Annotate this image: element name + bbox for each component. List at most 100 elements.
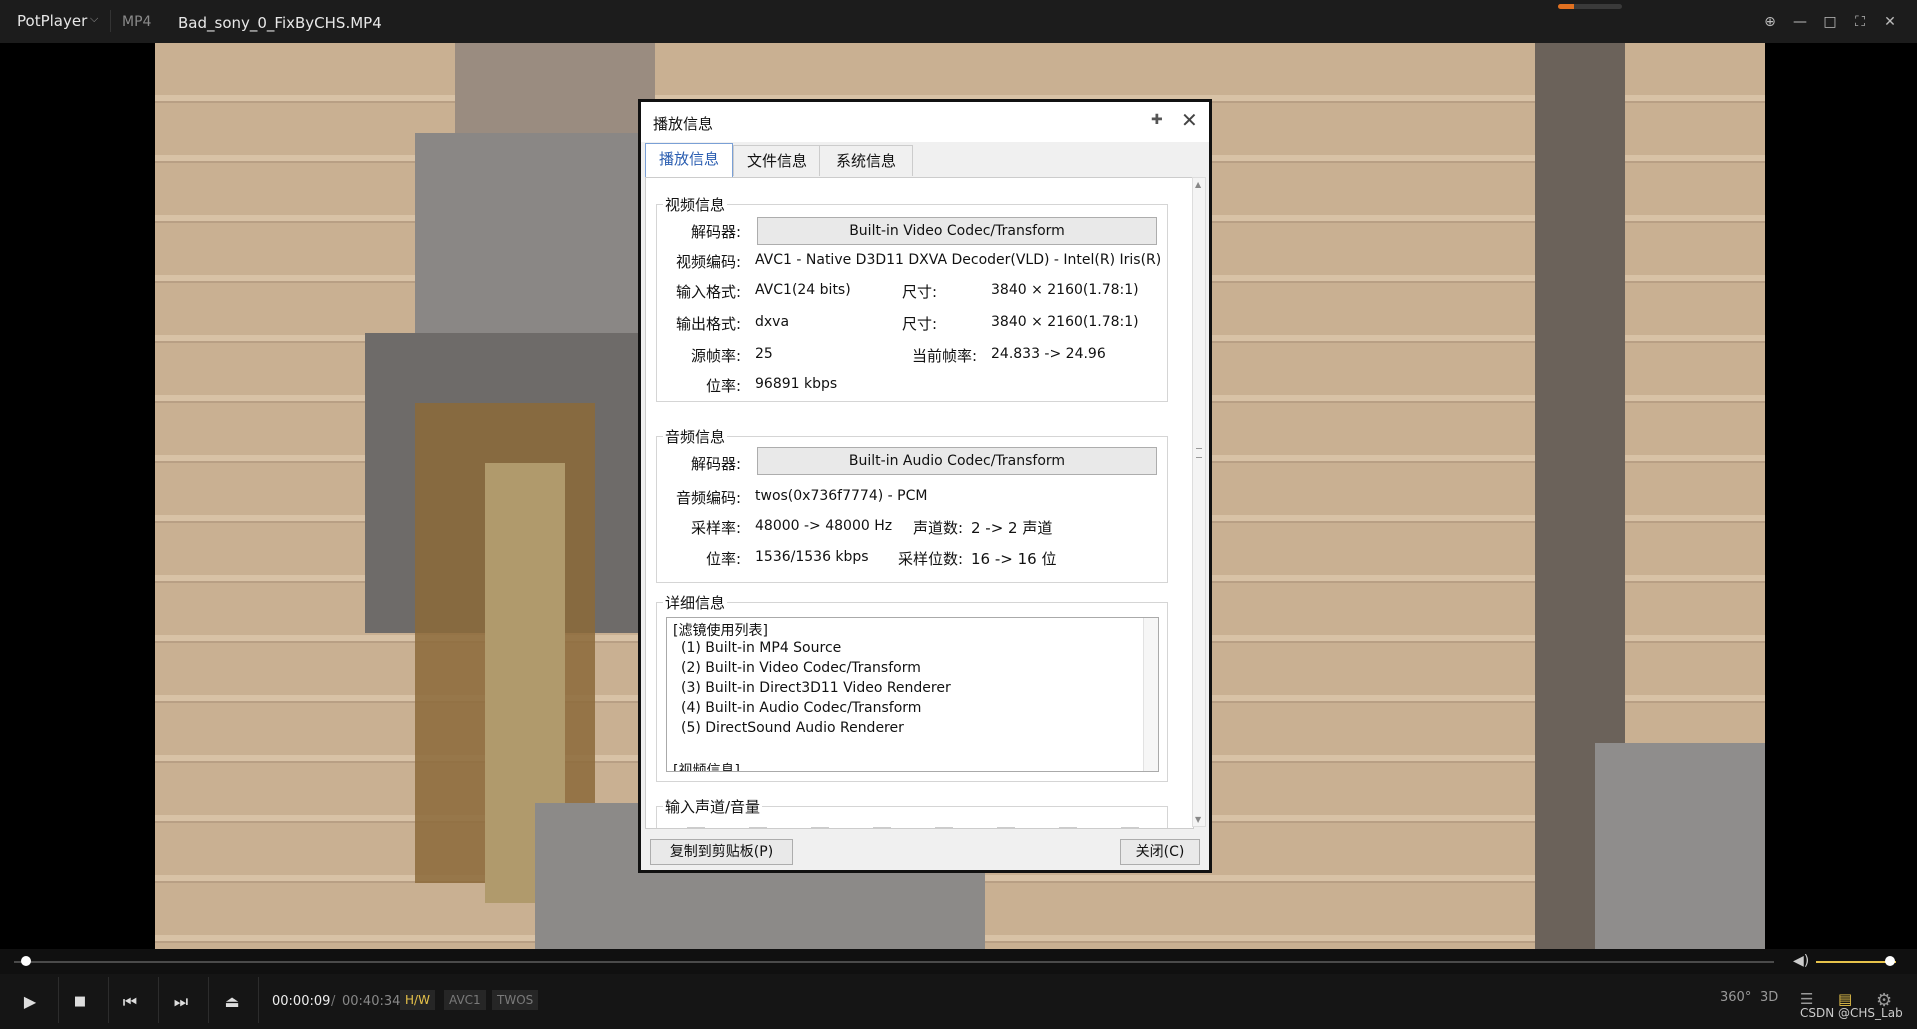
channel-meter <box>811 827 829 828</box>
audio-bitrate-value: 1536/1536 kbps <box>755 549 869 565</box>
dialog-title-bar[interactable]: 播放信息 ✚ ✕ <box>641 102 1209 142</box>
bit-depth-label: 采样位数: <box>897 550 963 568</box>
info-content: 视频信息 解码器: Built-in Video Codec/Transform… <box>645 177 1194 829</box>
video-bitrate-label: 位率: <box>705 377 741 395</box>
source-fps-label: 源帧率: <box>690 347 741 365</box>
sample-rate-value: 48000 -> 48000 Hz <box>755 518 893 534</box>
audio-group-label: 音频信息 <box>663 426 728 447</box>
play-button[interactable]: ▶ <box>12 988 48 1016</box>
output-format-label: 输出格式: <box>675 315 741 333</box>
seek-handle[interactable] <box>20 956 31 966</box>
audio-codec-badge[interactable]: TWOS <box>492 990 539 1010</box>
channel-meter <box>873 827 891 828</box>
app-name[interactable]: PotPlayer <box>17 12 87 30</box>
channel-group-label: 输入声道/音量 <box>663 796 763 817</box>
detail-text-area[interactable]: [滤镜使用列表] (1) Built-in MP4 Source (2) Bui… <box>666 617 1159 772</box>
audio-info-group: 音频信息 解码器: Built-in Audio Codec/Transform… <box>656 426 1168 583</box>
detail-line: (1) Built-in MP4 Source <box>681 640 842 656</box>
audio-decoder-label: 解码器: <box>690 455 741 473</box>
channels-value: 2 -> 2 声道 <box>971 519 1053 537</box>
audio-decoder-button[interactable]: Built-in Audio Codec/Transform <box>757 447 1157 475</box>
video-bitrate-value: 96891 kbps <box>755 376 838 392</box>
vr-360-icon[interactable]: 360° <box>1720 990 1751 1005</box>
title-progress-bar[interactable] <box>1558 4 1622 9</box>
format-label: MP4 <box>122 14 152 30</box>
dialog-scrollbar[interactable]: ▲ ▼ <box>1192 177 1206 827</box>
tab-file-info[interactable]: 文件信息 <box>733 145 821 176</box>
tab-system-info[interactable]: 系统信息 <box>819 145 913 176</box>
3d-icon[interactable]: 3D <box>1760 990 1778 1005</box>
video-figure-shape <box>415 133 675 333</box>
channels-label: 声道数: <box>912 519 963 537</box>
channel-meter <box>1059 827 1077 828</box>
control-bar: ▶ ■ ⏮ ⏭ ⏏ 00:00:09 / 00:40:34 H/W AVC1 T… <box>0 974 1917 1029</box>
detail-group-label: 详细信息 <box>663 592 728 613</box>
divider <box>58 977 59 1023</box>
file-name: Bad_sony_0_FixByCHS.MP4 <box>178 14 382 32</box>
watermark: CSDN @CHS_Lab <box>1800 1006 1903 1020</box>
eject-button[interactable]: ⏏ <box>214 988 250 1016</box>
volume-icon[interactable]: ◀) <box>1793 953 1809 969</box>
stop-button[interactable]: ■ <box>62 988 98 1016</box>
next-button[interactable]: ⏭ <box>163 988 199 1016</box>
video-info-group: 视频信息 解码器: Built-in Video Codec/Transform… <box>656 194 1168 402</box>
channel-meter <box>687 827 705 828</box>
video-decoder-button[interactable]: Built-in Video Codec/Transform <box>757 217 1157 245</box>
total-time: 00:40:34 <box>342 994 401 1009</box>
minimize-button[interactable]: — <box>1790 12 1810 32</box>
input-format-value: AVC1(24 bits) <box>755 282 851 298</box>
volume-slider[interactable] <box>1816 961 1896 963</box>
dialog-title: 播放信息 <box>653 115 714 133</box>
divider <box>108 977 109 1023</box>
title-progress-fill <box>1558 4 1574 9</box>
video-group-label: 视频信息 <box>663 194 728 215</box>
fullscreen-button[interactable]: ⛶ <box>1850 12 1870 32</box>
detail-line: (4) Built-in Audio Codec/Transform <box>681 700 922 716</box>
detail-line: (3) Built-in Direct3D11 Video Renderer <box>681 680 951 696</box>
current-time: 00:00:09 <box>272 994 331 1009</box>
channel-meter <box>997 827 1015 828</box>
maximize-button[interactable]: □ <box>1820 12 1840 32</box>
scroll-up-icon[interactable]: ▲ <box>1195 180 1201 189</box>
audio-codec-label: 音频编码: <box>675 489 741 507</box>
output-size-label: 尺寸: <box>901 315 937 333</box>
hw-accel-badge[interactable]: H/W <box>400 990 435 1010</box>
detail-line: [滤镜使用列表] <box>673 623 768 639</box>
sample-rate-label: 采样率: <box>690 519 741 537</box>
dialog-close-button[interactable]: 关闭(C) <box>1120 839 1200 865</box>
video-decoder-label: 解码器: <box>690 223 741 241</box>
scroll-grip[interactable] <box>1196 448 1202 458</box>
output-format-value: dxva <box>755 314 790 330</box>
pin-icon[interactable]: ⊕ <box>1760 12 1780 32</box>
copy-to-clipboard-button[interactable]: 复制到剪贴板(P) <box>650 839 793 865</box>
input-size-label: 尺寸: <box>901 283 937 301</box>
volume-handle[interactable] <box>1885 956 1896 966</box>
detail-scrollbar[interactable] <box>1143 618 1158 771</box>
channel-meter <box>1121 827 1139 828</box>
channel-meter <box>749 827 767 828</box>
seek-bar-area: ◀) <box>0 949 1917 974</box>
input-format-label: 输入格式: <box>675 283 741 301</box>
tab-playback-info[interactable]: 播放信息 <box>645 143 733 179</box>
source-fps-value: 25 <box>755 346 773 362</box>
pin-icon[interactable]: ✚ <box>1151 112 1163 128</box>
previous-button[interactable]: ⏮ <box>112 988 148 1016</box>
video-codec-badge[interactable]: AVC1 <box>444 990 486 1010</box>
detail-line: (5) DirectSound Audio Renderer <box>681 720 904 736</box>
channel-volume-group: 输入声道/音量 <box>656 796 1168 828</box>
video-figure-shape <box>455 43 655 133</box>
current-fps-value: 24.833 -> 24.96 <box>991 346 1106 362</box>
detail-line: (2) Built-in Video Codec/Transform <box>681 660 921 676</box>
channel-meter <box>935 827 953 828</box>
seek-bar[interactable] <box>14 961 1774 963</box>
output-size-value: 3840 × 2160(1.78:1) <box>991 314 1139 330</box>
bit-depth-value: 16 -> 16 位 <box>971 550 1057 568</box>
input-size-value: 3840 × 2160(1.78:1) <box>991 282 1139 298</box>
dialog-close-icon[interactable]: ✕ <box>1181 108 1198 132</box>
close-button[interactable]: ✕ <box>1880 12 1900 32</box>
detail-info-group: 详细信息 [滤镜使用列表] (1) Built-in MP4 Source (2… <box>656 592 1168 782</box>
current-fps-label: 当前帧率: <box>911 347 977 365</box>
scroll-down-icon[interactable]: ▼ <box>1195 815 1201 824</box>
video-figure-shape <box>1595 743 1765 949</box>
app-menu-chevron-icon[interactable]: ⌵ <box>90 12 98 26</box>
